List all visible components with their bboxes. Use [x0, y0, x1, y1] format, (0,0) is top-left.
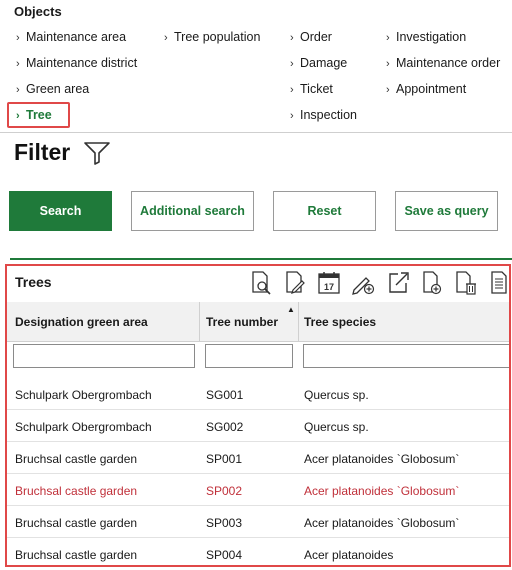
- object-link-label: Damage: [300, 56, 348, 70]
- object-link-damage[interactable]: › Damage: [290, 56, 347, 70]
- cell-species: Acer platanoides `Globosum`: [304, 516, 460, 530]
- object-link-label: Investigation: [396, 30, 467, 44]
- cell-species: Acer platanoides `Globosum`: [304, 452, 460, 466]
- cell-species: Acer platanoides `Globosum`: [304, 484, 460, 498]
- trees-heading: Trees: [15, 274, 52, 290]
- chevron-right-icon: ›: [164, 32, 168, 44]
- object-link-maintenance-area[interactable]: › Maintenance area: [16, 30, 126, 44]
- column-divider: [298, 302, 299, 342]
- additional-search-button[interactable]: Additional search: [131, 191, 254, 231]
- tree-number-filter-input[interactable]: [205, 344, 293, 368]
- object-link-tree-population[interactable]: › Tree population: [164, 30, 260, 44]
- cell-designation: Bruchsal castle garden: [15, 516, 138, 530]
- chevron-right-icon: ›: [386, 58, 390, 70]
- cell-designation: Schulpark Obergrombach: [15, 420, 152, 434]
- cell-designation: Bruchsal castle garden: [15, 484, 138, 498]
- table-row[interactable]: Bruchsal castle garden SP001 Acer platan…: [7, 442, 509, 474]
- calendar-icon[interactable]: 17: [316, 270, 342, 296]
- object-link-label: Tree: [26, 108, 52, 122]
- object-link-label: Ticket: [300, 82, 333, 96]
- add-document-icon[interactable]: [419, 270, 445, 296]
- object-link-label: Inspection: [300, 108, 357, 122]
- report-icon[interactable]: [487, 270, 511, 296]
- object-link-label: Maintenance district: [26, 56, 138, 70]
- table-row[interactable]: Bruchsal castle garden SP003 Acer platan…: [7, 506, 509, 538]
- magnify-document-icon[interactable]: [248, 270, 274, 296]
- chevron-right-icon: ›: [290, 32, 294, 44]
- column-divider: [199, 302, 200, 342]
- object-link-investigation[interactable]: › Investigation: [386, 30, 466, 44]
- object-link-appointment[interactable]: › Appointment: [386, 82, 466, 96]
- filter-heading: Filter: [14, 139, 71, 165]
- object-link-maintenance-district[interactable]: › Maintenance district: [16, 56, 137, 70]
- divider: [0, 132, 512, 133]
- table-header: Designation green area Tree number ▲ Tre…: [7, 302, 509, 342]
- pencil-add-icon[interactable]: [350, 270, 376, 296]
- object-link-label: Maintenance order: [396, 56, 501, 70]
- chevron-right-icon: ›: [16, 32, 20, 44]
- object-link-order[interactable]: › Order: [290, 30, 332, 44]
- column-header-designation[interactable]: Designation green area: [15, 315, 148, 329]
- chevron-right-icon: ›: [290, 84, 294, 96]
- sort-ascending-icon: ▲: [287, 305, 295, 314]
- chevron-right-icon: ›: [290, 110, 294, 122]
- column-filter-row: [7, 342, 509, 378]
- object-link-tree[interactable]: › Tree: [16, 108, 52, 122]
- cell-designation: Bruchsal castle garden: [15, 452, 138, 466]
- chevron-right-icon: ›: [290, 58, 294, 70]
- delete-document-icon[interactable]: [453, 270, 479, 296]
- cell-tree-number: SP003: [206, 516, 243, 530]
- cell-tree-number: SG002: [206, 420, 244, 434]
- object-link-label: Order: [300, 30, 332, 44]
- edit-document-icon[interactable]: [282, 270, 308, 296]
- table-row[interactable]: Schulpark Obergrombach SG002 Quercus sp.: [7, 410, 509, 442]
- cell-species: Acer platanoides: [304, 548, 394, 562]
- object-link-label: Tree population: [174, 30, 261, 44]
- reset-button[interactable]: Reset: [273, 191, 376, 231]
- cell-designation: Bruchsal castle garden: [15, 548, 138, 562]
- chevron-right-icon: ›: [386, 84, 390, 96]
- chevron-right-icon: ›: [386, 32, 390, 44]
- funnel-icon[interactable]: [83, 140, 111, 166]
- objects-heading: Objects: [14, 4, 62, 19]
- object-link-inspection[interactable]: › Inspection: [290, 108, 357, 122]
- cell-species: Quercus sp.: [304, 420, 369, 434]
- object-link-green-area[interactable]: › Green area: [16, 82, 89, 96]
- object-link-label: Appointment: [396, 82, 467, 96]
- object-link-maintenance-order[interactable]: › Maintenance order: [386, 56, 500, 70]
- trees-panel: Trees 17 Designation green area Tree num…: [5, 264, 511, 567]
- calendar-day-label: 17: [324, 282, 334, 292]
- cell-designation: Schulpark Obergrombach: [15, 388, 152, 402]
- search-button[interactable]: Search: [9, 191, 112, 231]
- cell-tree-number: SP002: [206, 484, 243, 498]
- chevron-right-icon: ›: [16, 110, 20, 122]
- export-icon[interactable]: [385, 270, 411, 296]
- table-row-selected[interactable]: Bruchsal castle garden SP002 Acer platan…: [7, 474, 509, 506]
- chevron-right-icon: ›: [16, 58, 20, 70]
- object-link-ticket[interactable]: › Ticket: [290, 82, 333, 96]
- species-filter-input[interactable]: [303, 344, 509, 368]
- cell-tree-number: SG001: [206, 388, 244, 402]
- table-row[interactable]: Bruchsal castle garden SP004 Acer platan…: [7, 538, 509, 565]
- designation-filter-input[interactable]: [13, 344, 195, 368]
- column-header-species[interactable]: Tree species: [304, 315, 376, 329]
- save-as-query-button[interactable]: Save as query: [395, 191, 498, 231]
- cell-species: Quercus sp.: [304, 388, 369, 402]
- column-header-tree-number[interactable]: Tree number: [206, 315, 278, 329]
- chevron-right-icon: ›: [16, 84, 20, 96]
- object-link-label: Green area: [26, 82, 90, 96]
- table-row[interactable]: Schulpark Obergrombach SG001 Quercus sp.: [7, 378, 509, 410]
- cell-tree-number: SP004: [206, 548, 243, 562]
- cell-tree-number: SP001: [206, 452, 243, 466]
- object-link-label: Maintenance area: [26, 30, 127, 44]
- section-divider: [10, 258, 512, 260]
